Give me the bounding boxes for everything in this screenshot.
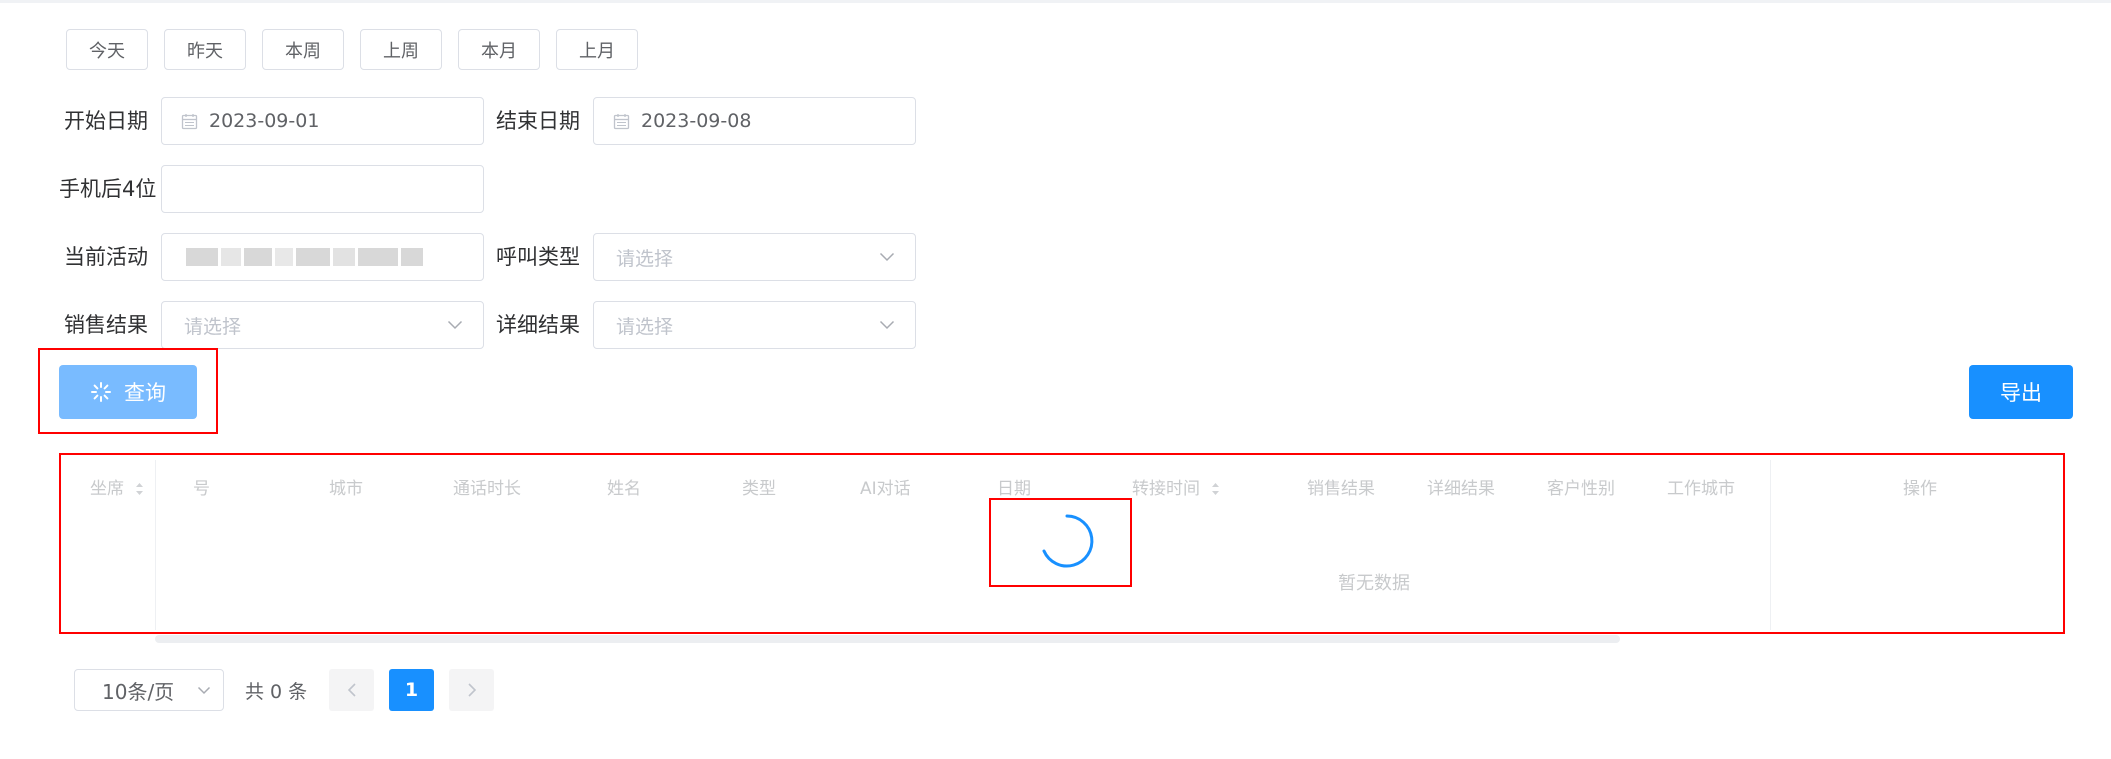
chevron-down-icon (879, 252, 895, 262)
top-divider (0, 0, 2111, 3)
end-date-label: 结束日期 (496, 109, 580, 133)
page-size-select[interactable]: 10条/页 (74, 669, 224, 711)
detail-result-label: 详细结果 (496, 313, 580, 337)
phone-last4-label: 手机后4位 (59, 177, 157, 201)
next-page-button[interactable] (449, 669, 494, 711)
activity-select[interactable] (161, 233, 484, 281)
sales-result-select[interactable]: 请选择 (161, 301, 484, 349)
page-size-value: 10条/页 (102, 679, 175, 704)
highlight-box-query (38, 348, 218, 434)
quick-filter-last-month[interactable]: 上月 (556, 29, 638, 70)
total-count: 共 0 条 (245, 681, 308, 703)
detail-result-select[interactable]: 请选择 (593, 301, 916, 349)
redacted-activity-value (186, 248, 423, 266)
quick-filter-last-week[interactable]: 上周 (360, 29, 442, 70)
start-date-value: 2023-09-01 (209, 110, 320, 132)
sales-result-placeholder: 请选择 (184, 315, 242, 338)
horizontal-scrollbar[interactable] (155, 635, 1620, 643)
prev-page-button[interactable] (329, 669, 374, 711)
chevron-down-icon (879, 320, 895, 330)
export-button[interactable]: 导出 (1969, 365, 2073, 419)
phone-last4-input[interactable] (161, 165, 484, 213)
detail-result-placeholder: 请选择 (616, 315, 674, 338)
calendar-icon (181, 113, 203, 130)
quick-filter-yesterday[interactable]: 昨天 (164, 29, 246, 70)
page-number-current[interactable]: 1 (389, 669, 434, 711)
call-type-select[interactable]: 请选择 (593, 233, 916, 281)
quick-filter-today[interactable]: 今天 (66, 29, 148, 70)
sales-result-label: 销售结果 (64, 313, 148, 337)
end-date-value: 2023-09-08 (641, 110, 752, 132)
call-type-label: 呼叫类型 (496, 245, 580, 269)
quick-filter-this-week[interactable]: 本周 (262, 29, 344, 70)
start-date-label: 开始日期 (64, 109, 148, 133)
call-type-placeholder: 请选择 (616, 247, 674, 270)
end-date-picker[interactable]: 2023-09-08 (593, 97, 916, 145)
activity-label: 当前活动 (64, 245, 148, 269)
quick-filter-this-month[interactable]: 本月 (458, 29, 540, 70)
chevron-left-icon (347, 683, 356, 697)
calendar-icon (613, 113, 635, 130)
start-date-picker[interactable]: 2023-09-01 (161, 97, 484, 145)
chevron-down-icon (447, 320, 463, 330)
chevron-down-icon (197, 686, 211, 695)
chevron-right-icon (467, 683, 476, 697)
highlight-box-spinner (989, 498, 1132, 587)
